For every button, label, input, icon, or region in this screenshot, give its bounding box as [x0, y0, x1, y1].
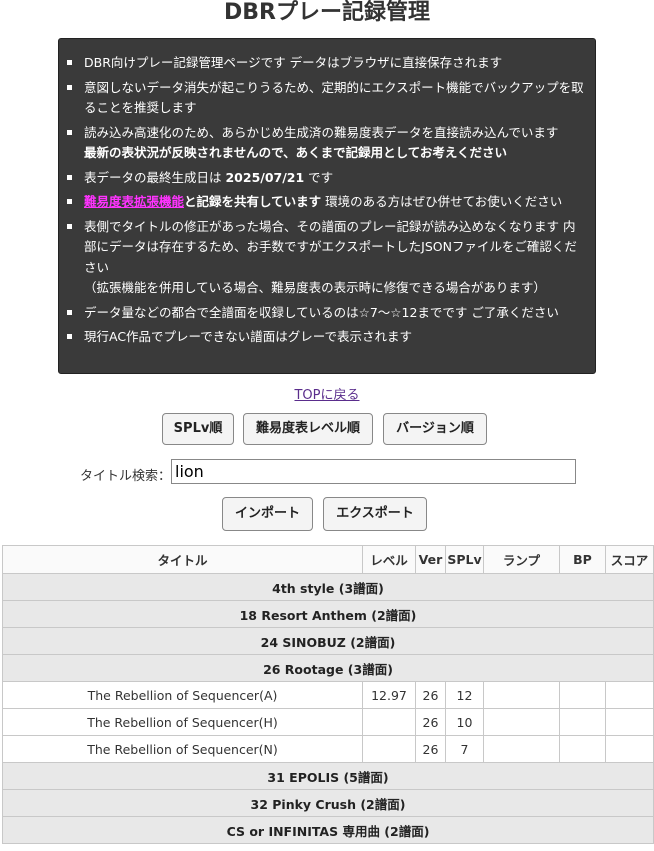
table-row[interactable]: The Rebellion of Sequencer(H) 26 10 — [2, 708, 654, 736]
search-label: タイトル検索： — [80, 469, 172, 484]
notice-bold: 最新の表状況が反映されませんので、あくまで記録用としてお考えください — [84, 145, 508, 160]
notice-item: 読み込み高速化のため、あらかじめ生成済の難易度表データを直接読み込んでいます 最新… — [67, 123, 585, 164]
notice-bold: と記録を共有しています — [184, 194, 322, 209]
splv-cell: 12 — [445, 681, 484, 709]
col-header-ver[interactable]: Ver — [415, 545, 446, 574]
score-cell[interactable] — [605, 708, 654, 736]
score-cell[interactable] — [605, 735, 654, 763]
bp-cell[interactable] — [559, 708, 606, 736]
notice-text: 表側でタイトルの修正があった場合、その譜面のプレー記録が読み込めなくなります 内… — [84, 218, 577, 275]
generated-date: 2025/07/21 — [225, 169, 305, 185]
search-input[interactable] — [171, 459, 576, 484]
col-header-lamp[interactable]: ランプ — [483, 545, 560, 574]
notice-text: 意図しないデータ消失が起こりうるため、定期的にエクスポート機能でバックアップを取… — [84, 79, 584, 116]
records-table: タイトル レベル Ver SPLv ランプ BP スコア 4th style (… — [2, 545, 654, 844]
notice-text: データ量などの都合で全譜面を収録しているのは☆7〜☆12までです ご了承ください — [84, 304, 559, 320]
group-label[interactable]: 18 Resort Anthem (2譜面) — [2, 600, 654, 628]
group-row[interactable]: 24 SINOBUZ (2譜面) — [2, 627, 654, 655]
export-button[interactable]: エクスポート — [323, 497, 427, 531]
table-row[interactable]: The Rebellion of Sequencer(N) 26 7 — [2, 735, 654, 763]
table-header-row: タイトル レベル Ver SPLv ランプ BP スコア — [2, 545, 654, 574]
sort-version-button[interactable]: バージョン順 — [383, 413, 487, 445]
notice-item: 難易度表拡張機能と記録を共有しています 環境のある方はぜひ併せてお使いください — [67, 192, 585, 213]
group-row[interactable]: 32 Pinky Crush (2譜面) — [2, 789, 654, 817]
notice-box: DBR向けプレー記録管理ページです データはブラウザに直接保存されます 意図しな… — [58, 38, 596, 374]
col-header-title[interactable]: タイトル — [2, 545, 363, 574]
notice-item: DBR向けプレー記録管理ページです データはブラウザに直接保存されます — [67, 53, 585, 74]
group-row[interactable]: 4th style (3譜面) — [2, 573, 654, 601]
group-row[interactable]: 26 Rootage (3譜面) — [2, 654, 654, 682]
notice-item: 意図しないデータ消失が起こりうるため、定期的にエクスポート機能でバックアップを取… — [67, 78, 585, 119]
col-header-level[interactable]: レベル — [362, 545, 416, 574]
col-header-splv[interactable]: SPLv — [445, 545, 484, 574]
group-label[interactable]: 32 Pinky Crush (2譜面) — [2, 789, 654, 817]
top-link[interactable]: TOPに戻る — [0, 384, 654, 403]
notice-text: 表データの最終生成日は — [84, 169, 226, 185]
group-label[interactable]: 26 Rootage (3譜面) — [2, 654, 654, 682]
table-row[interactable]: The Rebellion of Sequencer(A) 12.97 26 1… — [2, 681, 654, 709]
splv-cell: 10 — [445, 708, 484, 736]
page-title: DBRプレー記録管理 — [224, 0, 430, 25]
notice-item: 表側でタイトルの修正があった場合、その譜面のプレー記録が読み込めなくなります 内… — [67, 217, 585, 299]
lamp-cell[interactable] — [483, 708, 560, 736]
notice-item: 現行AC作品でプレーできない譜面はグレーで表示されます — [67, 327, 585, 348]
splv-cell: 7 — [445, 735, 484, 763]
group-row[interactable]: CS or INFINITAS 専用曲 (2譜面) — [2, 816, 654, 844]
bp-cell[interactable] — [559, 681, 606, 709]
level-cell — [362, 708, 416, 736]
notice-item: 表データの最終生成日は 2025/07/21 です — [67, 168, 585, 189]
sort-difficulty-button[interactable]: 難易度表レベル順 — [243, 413, 373, 445]
group-label[interactable]: 24 SINOBUZ (2譜面) — [2, 627, 654, 655]
notice-text: 現行AC作品でプレーできない譜面はグレーで表示されます — [84, 329, 413, 344]
notice-suffix: です — [304, 169, 334, 185]
col-header-bp[interactable]: BP — [559, 545, 606, 574]
group-label[interactable]: 4th style (3譜面) — [2, 573, 654, 601]
bp-cell[interactable] — [559, 735, 606, 763]
notice-subtext: （拡張機能を併用している場合、難易度表の表示時に修復できる場合があります） — [84, 280, 546, 295]
notice-text: DBR向けプレー記録管理ページです データはブラウザに直接保存されます — [84, 55, 503, 70]
level-cell — [362, 735, 416, 763]
ver-cell: 26 — [415, 735, 446, 763]
ver-cell: 26 — [415, 708, 446, 736]
level-cell: 12.97 — [362, 681, 416, 709]
group-row[interactable]: 18 Resort Anthem (2譜面) — [2, 600, 654, 628]
extension-link[interactable]: 難易度表拡張機能 — [84, 194, 184, 209]
group-row[interactable]: 31 EPOLIS (5譜面) — [2, 762, 654, 790]
notice-text: 読み込み高速化のため、あらかじめ生成済の難易度表データを直接読み込んでいます — [84, 124, 559, 140]
song-title-cell: The Rebellion of Sequencer(N) — [2, 735, 363, 763]
notice-item: データ量などの都合で全譜面を収録しているのは☆7〜☆12までです ご了承ください — [67, 303, 585, 324]
group-label[interactable]: CS or INFINITAS 専用曲 (2譜面) — [2, 816, 654, 844]
song-title-cell: The Rebellion of Sequencer(A) — [2, 681, 363, 709]
sort-splv-button[interactable]: SPLv順 — [162, 413, 234, 445]
import-button[interactable]: インポート — [222, 497, 313, 531]
song-title-cell: The Rebellion of Sequencer(H) — [2, 708, 363, 736]
score-cell[interactable] — [605, 681, 654, 709]
ver-cell: 26 — [415, 681, 446, 709]
group-label[interactable]: 31 EPOLIS (5譜面) — [2, 762, 654, 790]
col-header-score[interactable]: スコア — [605, 545, 654, 574]
lamp-cell[interactable] — [483, 681, 560, 709]
notice-suffix: 環境のある方はぜひ併せてお使いください — [321, 194, 563, 209]
notice-list: DBR向けプレー記録管理ページです データはブラウザに直接保存されます 意図しな… — [67, 53, 585, 348]
lamp-cell[interactable] — [483, 735, 560, 763]
